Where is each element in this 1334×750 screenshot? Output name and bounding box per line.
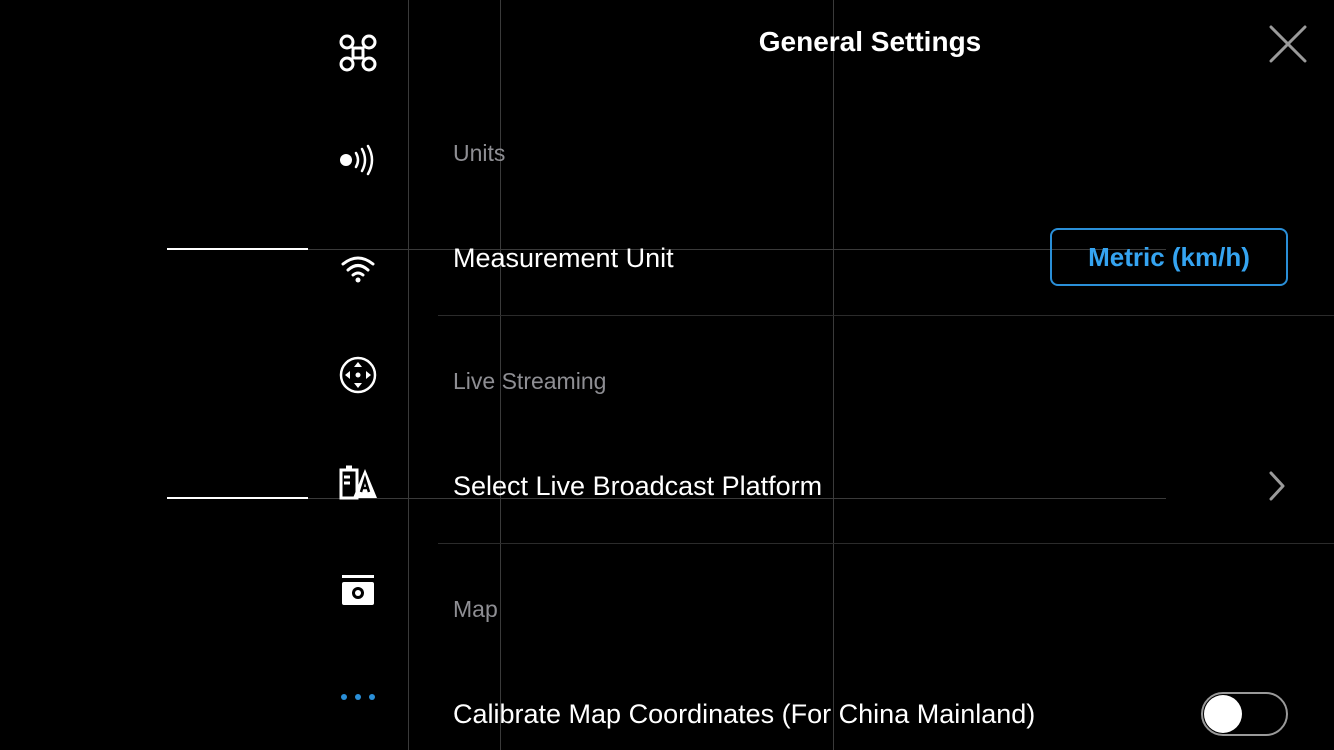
calibrate-map-toggle[interactable] bbox=[1201, 692, 1288, 736]
wifi-icon bbox=[341, 256, 375, 283]
guide-line bbox=[833, 0, 834, 750]
camera-icon bbox=[342, 575, 374, 605]
signal-icon bbox=[340, 144, 374, 176]
section-header-map: Map bbox=[453, 596, 498, 622]
sidebar-item-more[interactable] bbox=[333, 672, 383, 722]
battery-warning-icon bbox=[339, 465, 377, 500]
sidebar-item-remote[interactable] bbox=[333, 135, 383, 185]
sidebar-item-camera[interactable] bbox=[333, 565, 383, 615]
calibrate-map-label: Calibrate Map Coordinates (For China Mai… bbox=[453, 699, 1036, 729]
measurement-unit-label: Measurement Unit bbox=[453, 243, 674, 273]
sidebar-item-wifi[interactable] bbox=[333, 243, 383, 293]
toggle-knob bbox=[1204, 695, 1242, 733]
sidebar-item-aircraft[interactable] bbox=[333, 28, 383, 78]
guide-line bbox=[167, 497, 308, 499]
gimbal-icon bbox=[339, 356, 377, 394]
guide-line bbox=[308, 249, 1166, 250]
section-header-live-streaming: Live Streaming bbox=[453, 368, 607, 394]
close-button[interactable] bbox=[1266, 22, 1310, 66]
guide-line bbox=[167, 248, 308, 250]
drone-icon bbox=[339, 34, 377, 72]
chevron-right-icon bbox=[1269, 471, 1285, 501]
divider bbox=[438, 543, 1334, 544]
more-icon bbox=[341, 694, 375, 700]
close-icon bbox=[1269, 25, 1307, 63]
page-title: General Settings bbox=[758, 26, 982, 57]
sidebar-item-gimbal[interactable] bbox=[333, 350, 383, 400]
guide-line bbox=[408, 0, 409, 750]
section-header-units: Units bbox=[453, 140, 506, 166]
divider bbox=[438, 315, 1334, 316]
sidebar-item-battery[interactable] bbox=[333, 458, 383, 508]
live-broadcast-label[interactable]: Select Live Broadcast Platform bbox=[453, 471, 822, 502]
live-broadcast-chevron[interactable] bbox=[1262, 468, 1292, 504]
measurement-unit-button[interactable]: Metric (km/h) bbox=[1050, 228, 1288, 286]
